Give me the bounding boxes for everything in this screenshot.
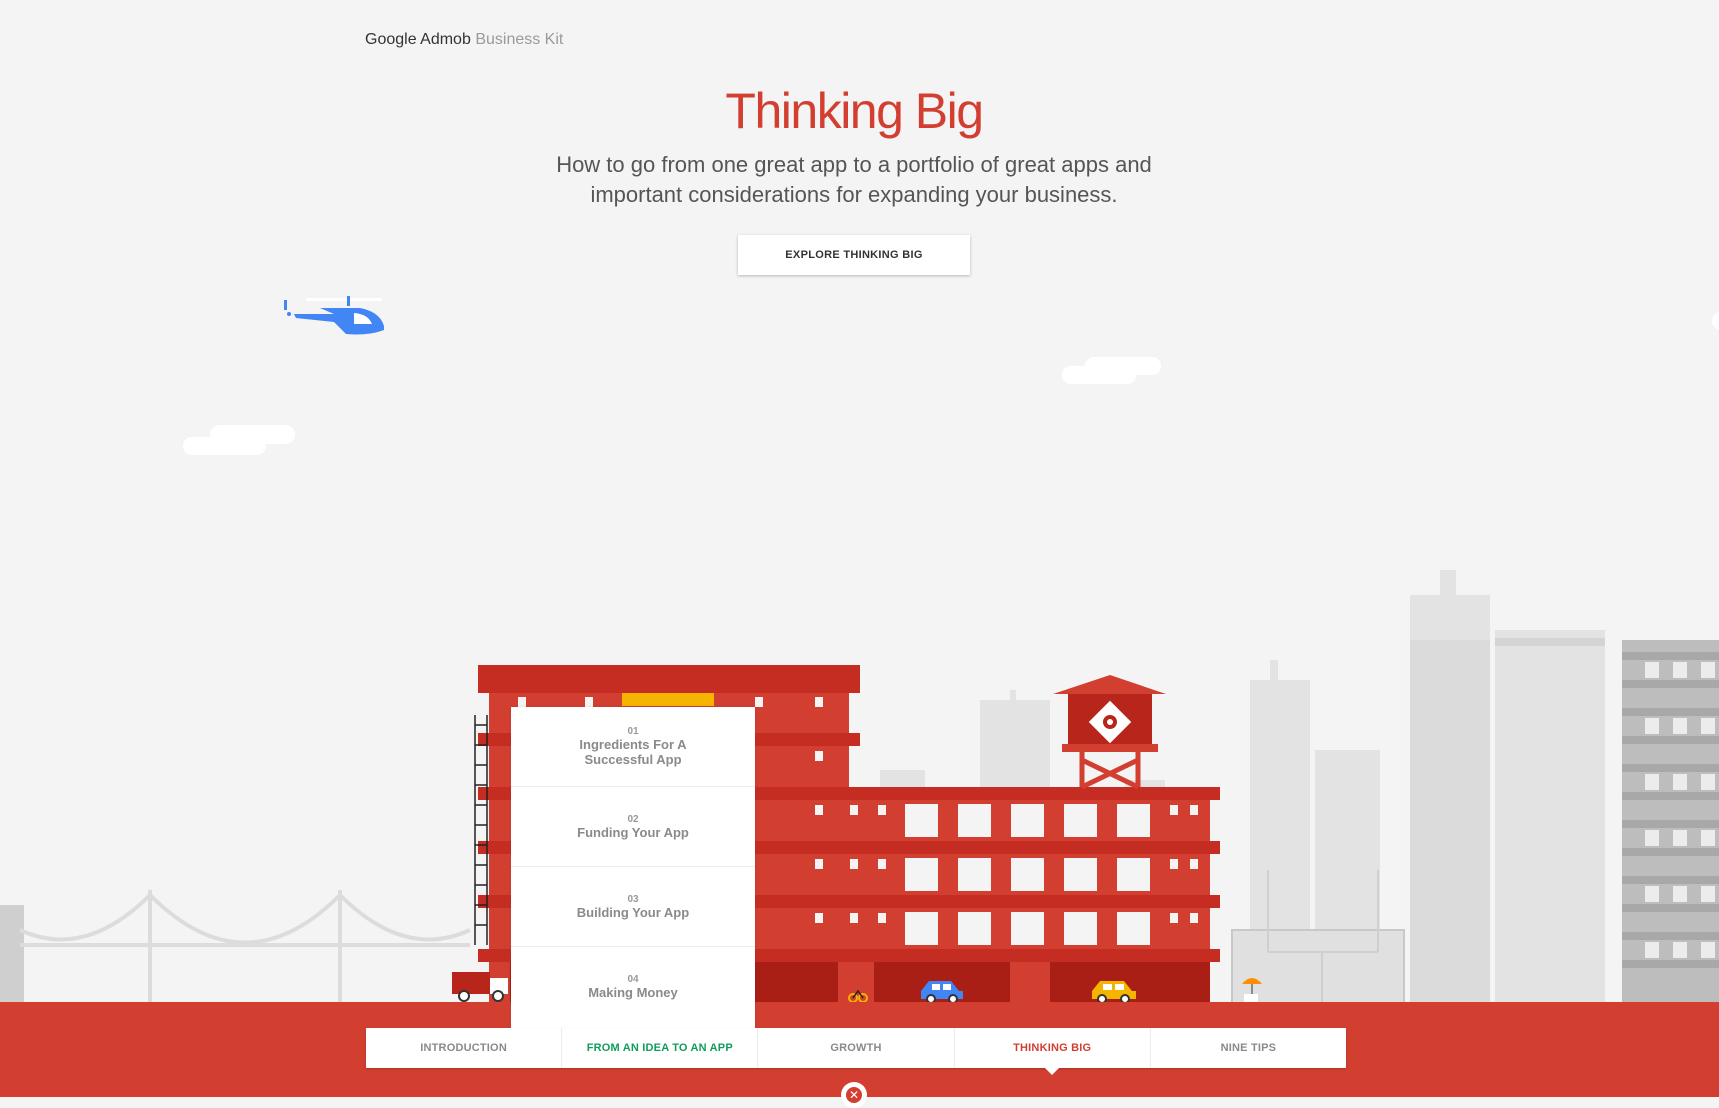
tab-thinking-big[interactable]: THINKING BIG xyxy=(955,1028,1151,1075)
close-icon: ✕ xyxy=(846,1087,862,1103)
chapter-number: 04 xyxy=(627,974,639,985)
chapter-label: Funding Your App xyxy=(577,824,689,840)
tab-nine-tips[interactable]: NINE TIPS xyxy=(1151,1028,1346,1068)
truck-icon xyxy=(452,972,508,1002)
tab-growth[interactable]: GROWTH xyxy=(758,1028,955,1068)
chapter-number: 02 xyxy=(627,813,639,825)
bicycle-icon xyxy=(848,989,868,1003)
close-button[interactable]: ✕ xyxy=(841,1082,867,1108)
section-nav: INTRODUCTION FROM AN IDEA TO AN APP GROW… xyxy=(366,1028,1346,1075)
tab-introduction[interactable]: INTRODUCTION xyxy=(366,1028,563,1068)
chapter-number: 01 xyxy=(627,726,639,737)
taxi-icon xyxy=(1092,981,1136,1003)
tab-from-idea-to-app[interactable]: FROM AN IDEA TO AN APP xyxy=(562,1028,759,1068)
chapter-item-02[interactable]: 02 Funding Your App xyxy=(511,787,755,867)
chapter-label: Building Your App xyxy=(576,904,690,920)
chapter-label: Making Money xyxy=(588,985,678,1000)
chapter-number: 03 xyxy=(627,893,639,905)
chapter-item-04[interactable]: 04 Making Money xyxy=(511,947,755,1027)
city-illustration xyxy=(0,570,1719,1006)
car-icon xyxy=(921,981,963,1003)
chapter-label: Ingredients For A Successful App xyxy=(579,737,687,767)
chapter-item-03[interactable]: 03 Building Your App xyxy=(511,867,755,947)
chapter-menu: 01 Ingredients For A Successful App 02 F… xyxy=(511,707,755,1028)
chapter-item-01[interactable]: 01 Ingredients For A Successful App xyxy=(511,707,755,787)
umbrella-icon xyxy=(1242,978,1262,1004)
